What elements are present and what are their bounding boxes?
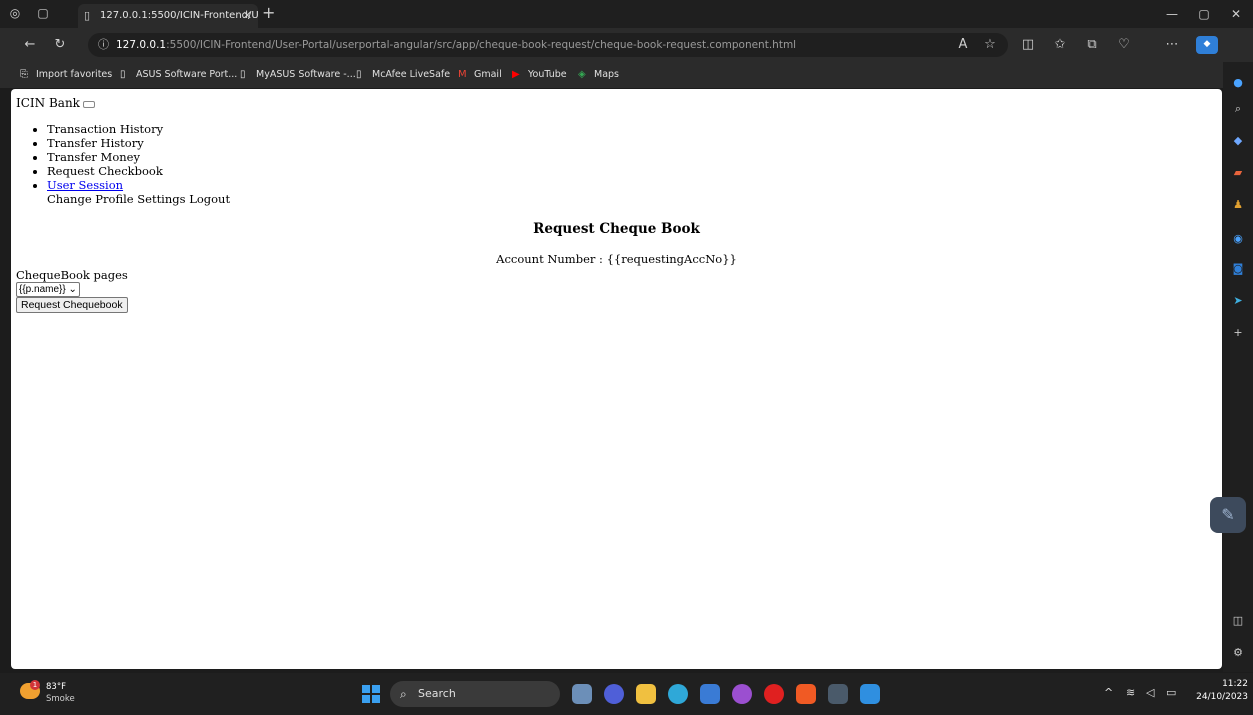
browser-essentials-icon[interactable]: ♡ [1116,37,1132,53]
site-info-icon[interactable]: ⓘ [98,33,109,57]
navbar-brand[interactable]: ICIN Bank [16,96,95,110]
bookmark-maps[interactable]: ◈ Maps [578,68,619,82]
nav-list: Transaction History Transfer History Tra… [47,122,163,192]
clock-date[interactable]: 24/10/2023 [1190,692,1248,702]
page-icon: ▯ [356,69,362,80]
windows-taskbar: 1 83°F Smoke ⌕ Search ^ ≋ ◁ ▭ 11:22 24/10… [0,673,1253,715]
restore-icon[interactable]: ▢ [1192,4,1216,24]
search-icon: ⌕ [400,687,407,701]
split-screen-icon[interactable]: ◫ [1020,37,1036,53]
import-icon: ⎘ [20,69,28,80]
games-icon[interactable]: ♟ [1231,198,1245,212]
bookmark-myasus-software[interactable]: ▯ MyASUS Software -... [240,68,356,82]
bookmarks-bar: ⎘ Import favorites ▯ ASUS Software Port...… [0,62,1253,88]
page-viewport: ICIN Bank Transaction History Transfer H… [11,89,1222,669]
page-title: Request Cheque Book [533,221,700,237]
copilot-icon[interactable]: ◆ [1196,36,1218,54]
shopping-icon[interactable]: ◆ [1231,134,1245,148]
chequebook-pages-select[interactable]: {{p.name}} ⌄ [16,282,80,297]
meet-icon[interactable] [604,684,624,704]
bookmark-asus-software-portal[interactable]: ▯ ASUS Software Port... [120,68,237,82]
refresh-icon[interactable]: ↻ [52,37,68,53]
tools-icon[interactable]: ▰ [1231,166,1245,180]
settings-gear-icon[interactable]: ⚙ [1231,646,1245,660]
file-explorer-icon[interactable] [636,684,656,704]
task-view-icon[interactable] [572,684,592,704]
close-tab-icon[interactable]: ✕ [243,4,252,28]
user-session-link[interactable]: User Session [47,178,123,192]
account-number: Account Number : {{requestingAccNo}} [496,252,737,266]
start-button[interactable] [362,685,380,703]
tab-actions-icon[interactable]: ▢ [36,6,50,20]
page-icon: ▯ [84,9,91,22]
youtube-icon: ▶ [512,69,520,80]
navbar-toggler-icon[interactable] [82,101,95,108]
browser-toolbar: ← ↻ ⓘ 127.0.0.1:5500/ICIN-Frontend/User-… [0,28,1253,62]
weather-badge: 1 [30,680,40,690]
maps-icon: ◈ [578,69,586,80]
bell-icon[interactable]: ● [1231,76,1245,90]
bookmark-mcafee-livesafe[interactable]: ▯ McAfee LiveSafe [356,68,450,82]
battery-icon[interactable]: ▭ [1166,686,1176,699]
volume-icon[interactable]: ◁ [1146,686,1154,699]
address-host: 127.0.0.1 [116,39,167,51]
nav-item-transfer-money[interactable]: Transfer Money [47,150,163,164]
office-icon[interactable]: ◉ [1231,232,1245,246]
collections-icon[interactable]: ⧉ [1084,37,1100,53]
more-icon[interactable]: ⋯ [1164,37,1180,53]
close-window-icon[interactable]: ✕ [1224,4,1248,24]
app-icon[interactable] [732,684,752,704]
browser-tab[interactable]: ▯ 127.0.0.1:5500/ICIN-Frontend/Us ✕ [78,4,258,28]
wifi-icon[interactable]: ≋ [1126,686,1135,699]
brave-icon[interactable] [796,684,816,704]
weather-description: Smoke [46,694,75,704]
vscode-icon[interactable] [860,684,880,704]
address-path: :5500/ICIN-Frontend/User-Portal/userport… [166,39,797,51]
profile-settings-logout[interactable]: Change Profile Settings Logout [47,192,230,206]
nav-item-request-checkbook[interactable]: Request Checkbook [47,164,163,178]
terminal-icon[interactable] [828,684,848,704]
nav-item-user-session: User Session [47,178,163,192]
back-icon[interactable]: ← [22,37,38,53]
edge-icon[interactable] [668,684,688,704]
favorite-star-icon[interactable]: ☆ [982,37,998,53]
tab-title: 127.0.0.1:5500/ICIN-Frontend/Us [100,10,258,21]
new-tab-icon[interactable]: + [262,3,275,23]
search-icon[interactable]: ⌕ [1231,102,1245,116]
store-icon[interactable] [700,684,720,704]
add-icon[interactable]: + [1231,326,1245,340]
page-icon: ▯ [240,69,246,80]
request-chequebook-button[interactable]: Request Chequebook [16,297,128,313]
chequebook-pages-label: ChequeBook pages [16,268,128,282]
address-bar[interactable]: ⓘ 127.0.0.1:5500/ICIN-Frontend/User-Port… [88,33,1008,57]
taskbar-search[interactable]: ⌕ Search [390,681,560,707]
outlook-icon[interactable]: ◙ [1231,262,1245,276]
favorites-icon[interactable]: ✩ [1052,37,1068,53]
page-icon: ▯ [120,69,126,80]
opera-icon[interactable] [764,684,784,704]
copilot-floating-icon[interactable]: ✎ [1210,497,1246,533]
clock-time[interactable]: 11:22 [1208,679,1248,689]
minimize-icon[interactable]: — [1160,4,1184,24]
gmail-icon: M [458,69,467,80]
bookmark-import-favorites[interactable]: ⎘ Import favorites [20,68,112,82]
nav-item-transfer-history[interactable]: Transfer History [47,136,163,150]
bookmark-youtube[interactable]: ▶ YouTube [512,68,567,82]
bookmark-gmail[interactable]: M Gmail [458,68,502,82]
telegram-icon[interactable]: ➤ [1231,294,1245,308]
read-aloud-icon[interactable]: A [955,37,971,53]
tray-chevron-up-icon[interactable]: ^ [1104,686,1113,699]
browser-title-bar: ◎ ▢ ▯ 127.0.0.1:5500/ICIN-Frontend/Us ✕ … [0,0,1253,28]
chevron-down-icon: ⌄ [68,284,77,295]
sidebar-toggle-icon[interactable]: ◫ [1231,614,1245,628]
weather-temperature: 83°F [46,682,66,692]
edge-sidebar: ● ⌕ ◆ ▰ ♟ ◉ ◙ ➤ + ◫ ⚙ [1223,62,1253,672]
nav-item-transaction-history[interactable]: Transaction History [47,122,163,136]
workspaces-icon[interactable]: ◎ [8,6,22,20]
